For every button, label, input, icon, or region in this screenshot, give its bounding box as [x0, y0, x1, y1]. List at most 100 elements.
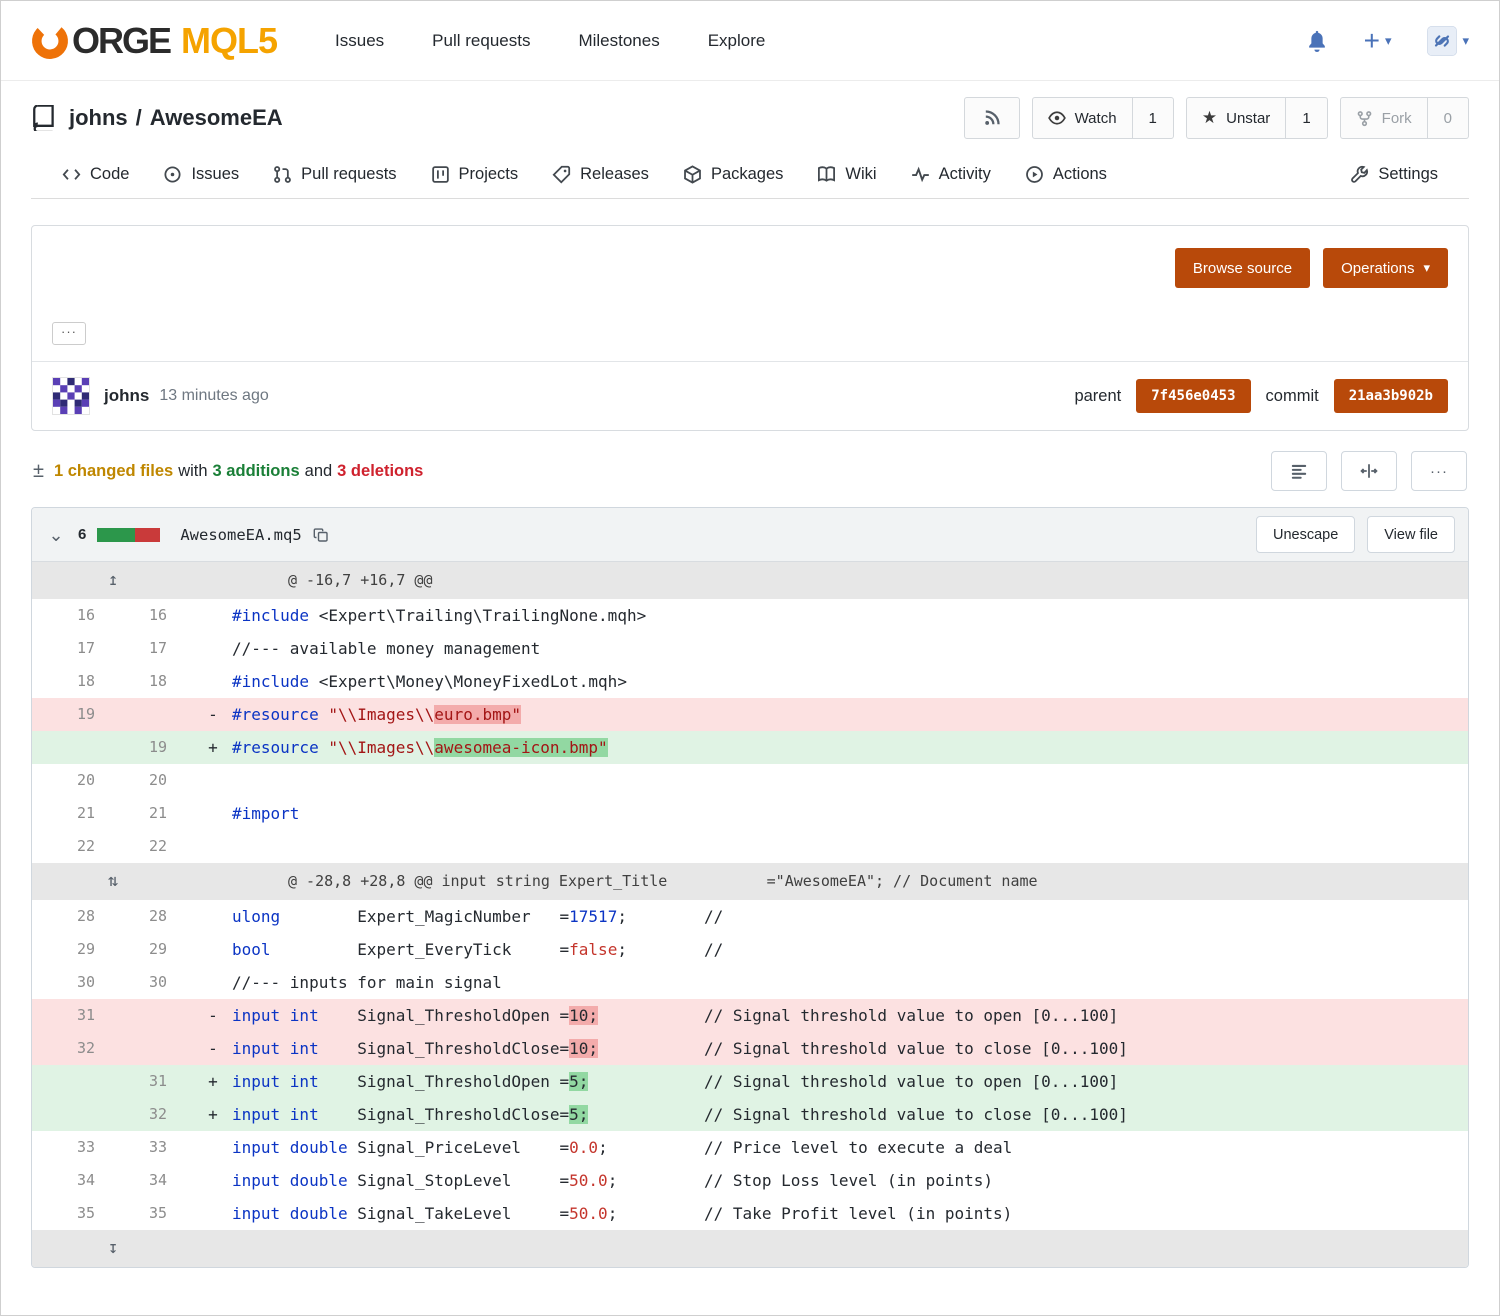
additions-deletions-bar — [97, 528, 160, 542]
tab-wiki[interactable]: Wiki — [800, 151, 893, 198]
unstar-button[interactable]: ★ Unstar — [1187, 98, 1285, 138]
old-line-number[interactable]: 30 — [32, 966, 122, 999]
tag-icon — [552, 165, 571, 184]
new-line-number[interactable]: 28 — [122, 900, 194, 933]
browse-source-button[interactable]: Browse source — [1175, 248, 1310, 288]
old-line-number[interactable]: 18 — [32, 665, 122, 698]
commit-hash-button[interactable]: 21aa3b902b — [1334, 379, 1448, 413]
new-line-number[interactable]: 22 — [122, 830, 194, 863]
unescape-button[interactable]: Unescape — [1256, 516, 1355, 553]
view-file-button[interactable]: View file — [1367, 516, 1455, 553]
star-count[interactable]: 1 — [1285, 98, 1326, 138]
tab-projects[interactable]: Projects — [414, 151, 536, 198]
tab-pull-requests[interactable]: Pull requests — [256, 151, 413, 198]
old-line-number[interactable] — [32, 1098, 122, 1131]
commit-author[interactable]: johns — [104, 386, 149, 406]
new-line-number[interactable]: 20 — [122, 764, 194, 797]
new-line-number[interactable]: 32 — [122, 1098, 194, 1131]
diff-line: 19-#resource "\\Images\\euro.bmp" — [32, 698, 1468, 731]
parent-commit-hash-button[interactable]: 7f456e0453 — [1136, 379, 1250, 413]
old-line-number[interactable]: 29 — [32, 933, 122, 966]
top-navbar: ORGE MQL5 Issues Pull requests Milestone… — [1, 1, 1499, 81]
new-line-number[interactable]: 35 — [122, 1197, 194, 1230]
file-name[interactable]: AwesomeEA.mq5 — [180, 526, 301, 544]
operations-dropdown-button[interactable]: Operations ▾ — [1323, 248, 1448, 288]
new-line-number[interactable] — [122, 698, 194, 731]
expand-both-icon[interactable]: ⇅ — [32, 863, 194, 900]
tab-issues[interactable]: Issues — [146, 151, 256, 198]
user-menu[interactable]: ▾ — [1427, 26, 1469, 56]
author-avatar[interactable] — [52, 377, 90, 415]
pull-request-icon — [273, 165, 292, 184]
old-line-number[interactable]: 21 — [32, 797, 122, 830]
diff-line: 2222 — [32, 830, 1468, 863]
site-logo[interactable]: ORGE MQL5 — [31, 20, 277, 62]
tab-releases[interactable]: Releases — [535, 151, 666, 198]
watch-count[interactable]: 1 — [1132, 98, 1173, 138]
copy-file-name-icon[interactable] — [313, 527, 329, 543]
new-line-number[interactable]: 30 — [122, 966, 194, 999]
tab-label: Code — [90, 165, 129, 184]
old-line-number[interactable]: 28 — [32, 900, 122, 933]
old-line-number[interactable]: 31 — [32, 999, 122, 1032]
tab-code[interactable]: Code — [45, 151, 146, 198]
tab-actions[interactable]: Actions — [1008, 151, 1124, 198]
tab-settings[interactable]: Settings — [1333, 151, 1455, 198]
diff-line: 3030//--- inputs for main signal — [32, 966, 1468, 999]
breadcrumb: johns / AwesomeEA — [69, 105, 283, 131]
nav-item-pull-requests[interactable]: Pull requests — [432, 31, 530, 51]
tab-activity[interactable]: Activity — [894, 151, 1008, 198]
old-line-number[interactable]: 35 — [32, 1197, 122, 1230]
split-diff-view-button[interactable] — [1341, 451, 1397, 491]
old-line-number[interactable] — [32, 731, 122, 764]
expand-up-icon[interactable]: ↥ — [32, 562, 194, 599]
old-line-number[interactable]: 32 — [32, 1032, 122, 1065]
old-line-number[interactable]: 19 — [32, 698, 122, 731]
rss-feed-button[interactable] — [964, 97, 1020, 139]
new-line-number[interactable] — [122, 1032, 194, 1065]
watch-button[interactable]: Watch — [1033, 98, 1132, 138]
diff-sign — [194, 966, 232, 999]
expand-row: ↧ — [32, 1230, 1468, 1267]
new-line-number[interactable]: 29 — [122, 933, 194, 966]
repo-owner-link[interactable]: johns — [69, 105, 128, 131]
nav-item-explore[interactable]: Explore — [708, 31, 766, 51]
create-new-menu[interactable]: + ▾ — [1364, 30, 1392, 52]
old-line-number[interactable]: 33 — [32, 1131, 122, 1164]
tab-packages[interactable]: Packages — [666, 151, 800, 198]
old-line-number[interactable] — [32, 1065, 122, 1098]
navbar-right: + ▾ ▾ — [1306, 26, 1469, 56]
old-line-number[interactable]: 17 — [32, 632, 122, 665]
fork-button[interactable]: Fork — [1341, 98, 1427, 138]
repo-action-buttons: Watch 1 ★ Unstar 1 Fork — [964, 97, 1469, 139]
notifications-bell-icon[interactable] — [1306, 30, 1328, 52]
new-line-number[interactable]: 16 — [122, 599, 194, 632]
unified-diff-view-button[interactable] — [1271, 451, 1327, 491]
new-line-number[interactable]: 21 — [122, 797, 194, 830]
fork-count[interactable]: 0 — [1427, 98, 1468, 138]
code-line: #include <Expert\Money\MoneyFixedLot.mqh… — [232, 665, 1468, 698]
new-line-number[interactable]: 31 — [122, 1065, 194, 1098]
new-line-number[interactable] — [122, 999, 194, 1032]
expand-commit-message-button[interactable]: ··· — [52, 322, 86, 345]
expand-down-icon[interactable]: ↧ — [32, 1230, 194, 1267]
fork-button-group: Fork 0 — [1340, 97, 1469, 139]
new-line-number[interactable]: 17 — [122, 632, 194, 665]
new-line-number[interactable]: 18 — [122, 665, 194, 698]
new-line-number[interactable]: 33 — [122, 1131, 194, 1164]
diff-options-button[interactable]: ··· — [1411, 451, 1467, 491]
additions-bar — [97, 528, 135, 542]
new-line-number[interactable]: 34 — [122, 1164, 194, 1197]
repo-name-link[interactable]: AwesomeEA — [150, 105, 283, 131]
nav-item-issues[interactable]: Issues — [335, 31, 384, 51]
old-line-number[interactable]: 16 — [32, 599, 122, 632]
chevron-down-icon: ▾ — [1385, 33, 1392, 49]
nav-item-milestones[interactable]: Milestones — [578, 31, 659, 51]
collapse-file-chevron-icon[interactable]: ⌄ — [45, 527, 67, 543]
new-line-number[interactable]: 19 — [122, 731, 194, 764]
old-line-number[interactable]: 22 — [32, 830, 122, 863]
old-line-number[interactable]: 20 — [32, 764, 122, 797]
wiki-book-icon — [817, 165, 836, 184]
stat-text: with — [178, 462, 207, 481]
old-line-number[interactable]: 34 — [32, 1164, 122, 1197]
